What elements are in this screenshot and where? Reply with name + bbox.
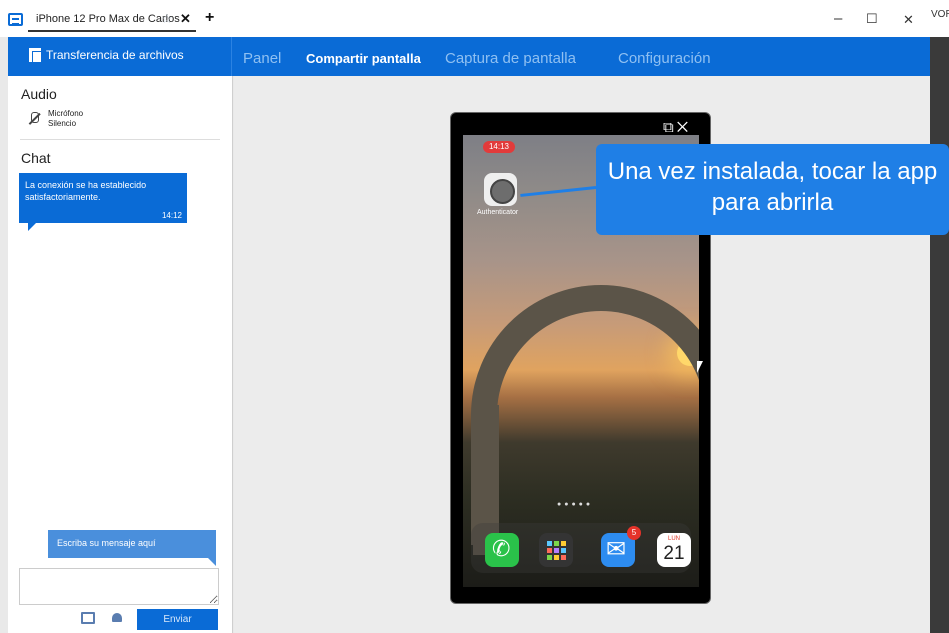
- chat-title: Chat: [21, 150, 51, 166]
- bell-icon[interactable]: [110, 612, 124, 624]
- minimize-button[interactable]: –: [834, 10, 842, 27]
- mic-name: Micrófono: [48, 109, 84, 118]
- background-window-edge: VORI: [930, 0, 949, 633]
- tab-close-icon[interactable]: ✕: [180, 11, 191, 27]
- calendar-day: LUN: [667, 536, 680, 542]
- instruction-callout: Una vez instalada, tocar la app para abr…: [596, 144, 949, 235]
- phone-frame-controls[interactable]: ⧉✕: [663, 119, 691, 136]
- phone-dock: 5 LUN 21: [471, 523, 691, 573]
- chat-message-time: 14:12: [161, 211, 182, 220]
- mouse-cursor-icon: [696, 360, 709, 374]
- file-transfer-button[interactable]: Transferencia de archivos: [8, 37, 232, 76]
- maximize-button[interactable]: ☐: [866, 11, 878, 27]
- microphone-muted-icon[interactable]: [28, 112, 40, 126]
- chat-hint-text: Escriba su mensaje aquí: [57, 538, 156, 548]
- calendar-app-icon[interactable]: LUN 21: [657, 533, 691, 567]
- callout-text: Una vez instalada, tocar la app para abr…: [607, 158, 938, 216]
- screenshot-send-icon[interactable]: [81, 612, 95, 624]
- side-panel: Audio Micrófono Silencio Chat La conexió…: [8, 76, 233, 633]
- divider: [20, 139, 220, 140]
- star-icon[interactable]: ☆: [161, 11, 173, 27]
- audio-title: Audio: [21, 86, 57, 102]
- chat-message-input[interactable]: [19, 568, 219, 605]
- authenticator-app-label: Authenticator: [477, 209, 519, 216]
- app-library-icon[interactable]: [539, 533, 573, 567]
- tab-panel[interactable]: Panel: [243, 50, 281, 67]
- chat-message: La conexión se ha establecido satisfacto…: [19, 173, 187, 231]
- mic-state: Silencio: [48, 119, 77, 128]
- tab-share-screen[interactable]: Compartir pantalla: [306, 51, 421, 66]
- new-tab-button[interactable]: +: [205, 9, 214, 27]
- close-window-button[interactable]: ✕: [903, 12, 914, 28]
- authenticator-app-icon[interactable]: [484, 173, 517, 206]
- chat-input-hint: Escriba su mensaje aquí: [48, 530, 216, 566]
- page-indicator: ●●●●●: [557, 501, 594, 508]
- tab-title: iPhone 12 Pro Max de Carlos: [36, 13, 180, 25]
- session-tab[interactable]: iPhone 12 Pro Max de Carlos ☆ ✕: [28, 8, 196, 32]
- navigation-bar: Transferencia de archivos Panel Comparti…: [8, 37, 930, 76]
- tab-screenshot[interactable]: Captura de pantalla: [445, 50, 576, 67]
- phone-app-icon[interactable]: [485, 533, 519, 567]
- teamviewer-logo-icon: [8, 13, 23, 26]
- clipped-window-text: VORI: [931, 9, 949, 20]
- file-transfer-label: Transferencia de archivos: [46, 48, 184, 62]
- calendar-date: 21: [663, 543, 685, 564]
- status-clock: 14:13: [483, 141, 515, 153]
- tab-settings[interactable]: Configuración: [618, 50, 711, 67]
- send-button[interactable]: Enviar: [137, 609, 218, 630]
- chat-message-text: La conexión se ha establecido satisfacto…: [25, 180, 147, 202]
- mail-badge: 5: [627, 526, 641, 540]
- files-icon: [29, 48, 42, 63]
- title-bar: iPhone 12 Pro Max de Carlos ☆ ✕ + – ☐ ✕: [0, 0, 930, 37]
